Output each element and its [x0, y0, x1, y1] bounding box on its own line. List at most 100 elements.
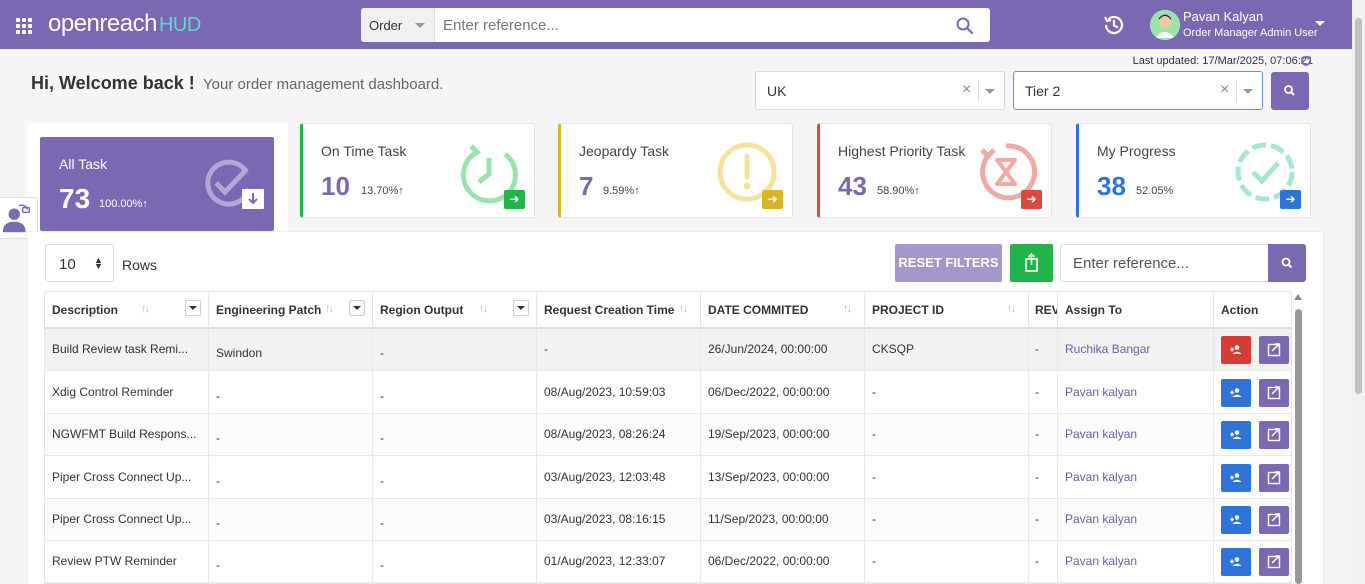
sort-icon[interactable]: ↑↓: [843, 303, 852, 315]
cell-assign-to[interactable]: Pavan kalyan: [1058, 541, 1214, 583]
apps-grid-icon[interactable]: [16, 18, 32, 34]
open-external-button[interactable]: [1259, 379, 1289, 407]
clear-icon[interactable]: ×: [962, 81, 971, 99]
sort-icon[interactable]: ↑↓: [679, 303, 688, 315]
person-add-icon: [1230, 388, 1242, 397]
table-scrollbar-thumb[interactable]: [1295, 309, 1302, 584]
highest-priority-task-card[interactable]: Highest Priority Task 43 58.90%↑ ➔: [817, 123, 1052, 218]
table-scrollbar[interactable]: [1293, 291, 1303, 584]
refresh-icon[interactable]: [1300, 55, 1312, 67]
assign-user-button[interactable]: [1221, 464, 1251, 492]
global-search: Order: [361, 8, 990, 42]
filter-search-button[interactable]: [1271, 72, 1309, 110]
filter-dropdown-icon[interactable]: [513, 300, 529, 316]
open-external-button[interactable]: [1259, 336, 1289, 364]
open-external-button[interactable]: [1259, 548, 1289, 576]
column-header-description[interactable]: Description ↑↓: [45, 292, 209, 329]
table-row[interactable]: Piper Cross Connect Up... - - 03/Aug/202…: [45, 457, 1291, 499]
open-in-new-icon: [1267, 555, 1281, 569]
chevron-down-icon[interactable]: [1243, 89, 1253, 94]
tier-select[interactable]: Tier 2 ×: [1013, 71, 1263, 110]
page-scrollbar[interactable]: [1352, 0, 1365, 584]
rows-per-page-select[interactable]: 10 ▲ ▼: [45, 244, 114, 282]
search-type-dropdown[interactable]: Order: [361, 8, 435, 42]
column-header-request-creation-time[interactable]: Request Creation Time ↑↓: [537, 292, 701, 329]
cell-project-id: CKSQP: [865, 329, 1029, 371]
arrow-right-icon[interactable]: ➔: [504, 190, 525, 209]
jeopardy-task-card[interactable]: Jeopardy Task 7 9.59%↑ ➔: [558, 123, 793, 218]
column-header-rev[interactable]: REV: [1029, 292, 1058, 329]
avatar[interactable]: [1150, 10, 1180, 40]
cell-assign-to[interactable]: Pavan kalyan: [1058, 414, 1214, 456]
column-header-assign-to[interactable]: Assign To: [1058, 292, 1214, 329]
open-in-new-icon: [1267, 343, 1281, 357]
cell-assign-to[interactable]: Pavan kalyan: [1058, 372, 1214, 414]
cell-description: Piper Cross Connect Up...: [45, 457, 209, 499]
cell-assign-to[interactable]: Pavan kalyan: [1058, 499, 1214, 541]
open-external-button[interactable]: [1259, 421, 1289, 449]
card-title: On Time Task: [321, 143, 407, 159]
search-icon[interactable]: [955, 16, 975, 36]
arrow-right-icon[interactable]: ➔: [762, 190, 783, 209]
chevron-down-icon[interactable]: [985, 89, 995, 94]
on-time-task-card[interactable]: On Time Task 10 13.70%↑ ➔: [300, 123, 535, 218]
export-icon: [1025, 252, 1038, 272]
history-icon[interactable]: [1101, 12, 1127, 38]
column-header-project-id[interactable]: PROJECT ID ↑↓: [865, 292, 1029, 329]
column-header-action: Action: [1214, 292, 1291, 329]
region-select-value: UK: [767, 83, 787, 99]
column-header-engineering-patch[interactable]: Engineering Patch ↑↓: [209, 292, 373, 329]
open-external-button[interactable]: [1259, 506, 1289, 534]
cell-assign-to[interactable]: Ruchika Bangar: [1058, 329, 1214, 371]
cell-region-output: -: [373, 372, 537, 414]
user-name[interactable]: Pavan Kalyan: [1183, 9, 1263, 24]
sort-icon[interactable]: ↑↓: [1007, 303, 1016, 315]
cell-project-id: -: [865, 457, 1029, 499]
cell-description: NGWFMT Build Respons...: [45, 414, 209, 456]
sort-icon[interactable]: ↑↓: [479, 303, 488, 315]
table-row[interactable]: Review PTW Reminder - - 01/Aug/2023, 12:…: [45, 541, 1291, 583]
assign-user-button[interactable]: [1221, 336, 1251, 364]
rows-label: Rows: [122, 257, 158, 273]
arrow-right-icon[interactable]: ➔: [1280, 190, 1301, 209]
filter-dropdown-icon[interactable]: [185, 300, 201, 316]
table-row[interactable]: NGWFMT Build Respons... - - 08/Aug/2023,…: [45, 414, 1291, 456]
table-search-input[interactable]: [1060, 244, 1269, 282]
cell-region-output: -: [373, 329, 537, 371]
sort-icon[interactable]: ↑↓: [325, 303, 334, 315]
export-button[interactable]: [1010, 244, 1053, 282]
card-title: All Task: [59, 156, 107, 172]
page-scrollbar-thumb[interactable]: [1355, 18, 1362, 394]
logo[interactable]: openreach HUD: [48, 10, 201, 40]
open-external-button[interactable]: [1259, 464, 1289, 492]
assign-user-button[interactable]: [1221, 548, 1251, 576]
cell-region-output: -: [373, 414, 537, 456]
cell-region-output: -: [373, 541, 537, 583]
table-row[interactable]: Build Review task Remi... Swindon - - 26…: [45, 329, 1291, 371]
my-progress-card[interactable]: My Progress 38 52.05% ➔: [1076, 123, 1311, 218]
region-select[interactable]: UK ×: [755, 71, 1005, 110]
clear-icon[interactable]: ×: [1220, 81, 1229, 99]
column-header-date-commited[interactable]: DATE COMMITED ↑↓: [701, 292, 865, 329]
all-task-card[interactable]: All Task 73 100.00%↑: [40, 137, 274, 231]
user-menu-chevron-icon[interactable]: [1315, 21, 1325, 26]
assign-user-button[interactable]: [1221, 506, 1251, 534]
table-search-button[interactable]: [1268, 244, 1306, 282]
scroll-up-icon[interactable]: [1294, 294, 1302, 301]
task-check-icon: [205, 159, 264, 209]
cell-project-id: -: [865, 414, 1029, 456]
cell-assign-to[interactable]: Pavan kalyan: [1058, 457, 1214, 499]
arrow-right-icon[interactable]: ➔: [1021, 190, 1042, 209]
reset-filters-button[interactable]: RESET FILTERS: [895, 244, 1002, 282]
table-row[interactable]: Piper Cross Connect Up... - - 03/Aug/202…: [45, 499, 1291, 541]
assign-user-button[interactable]: [1221, 421, 1251, 449]
table-row[interactable]: Xdig Control Reminder - - 08/Aug/2023, 1…: [45, 372, 1291, 414]
column-header-region-output[interactable]: Region Output ↑↓: [373, 292, 537, 329]
sort-icon[interactable]: ↑↓: [141, 303, 150, 315]
assign-user-button[interactable]: [1221, 379, 1251, 407]
cell-request-creation-time: 08/Aug/2023, 08:26:24: [537, 414, 701, 456]
cell-engineering-patch: -: [209, 372, 373, 414]
search-input[interactable]: [443, 8, 943, 42]
filter-dropdown-icon[interactable]: [349, 300, 365, 316]
logo-main: openreach: [48, 10, 157, 37]
